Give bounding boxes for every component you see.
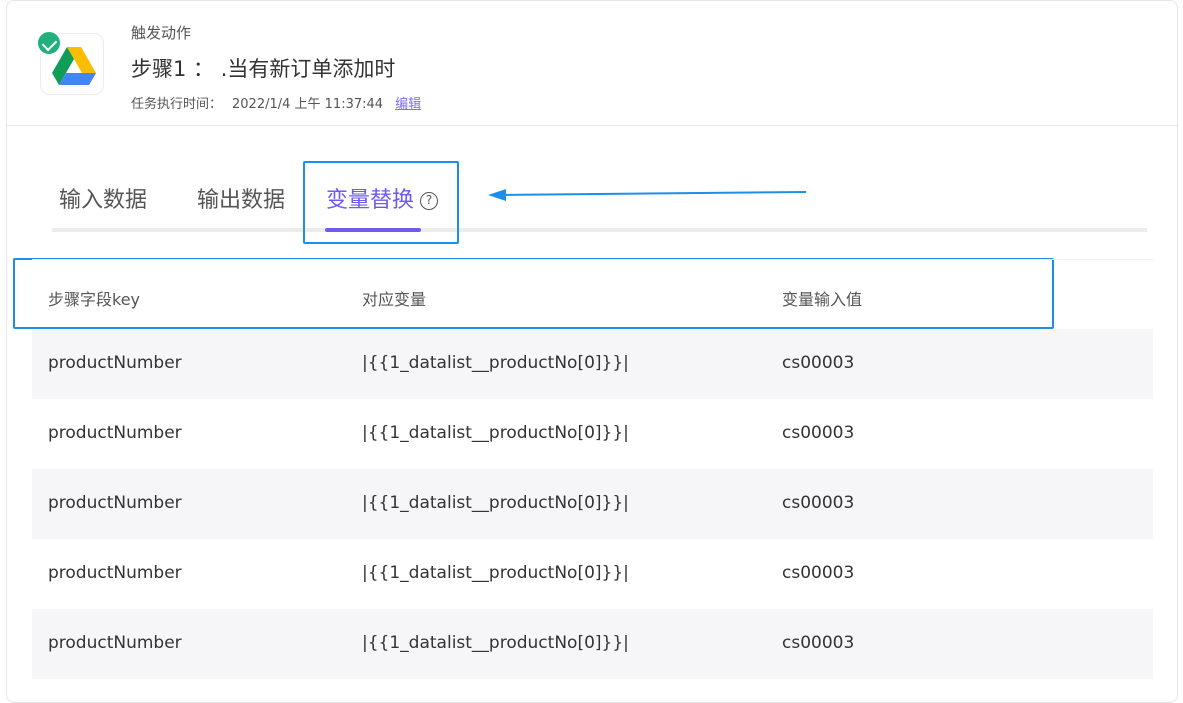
table-header: 步骤字段key 对应变量 变量输入值: [32, 259, 1153, 329]
variable-table: 步骤字段key 对应变量 变量输入值 productNumber |{{1_da…: [32, 259, 1153, 679]
step-header: 触发动作 步骤1 ： .当有新订单添加时 任务执行时间： 2022/1/4 上午 …: [7, 1, 1177, 126]
table-row: productNumber |{{1_datalist__productNo[0…: [32, 399, 1153, 469]
edit-link[interactable]: 编辑: [395, 97, 421, 112]
execution-time-label: 任务执行时间：: [131, 97, 223, 112]
cell-variable: |{{1_datalist__productNo[0]}}|: [362, 493, 629, 513]
execution-time-row: 任务执行时间： 2022/1/4 上午 11:37:44 编辑: [131, 93, 421, 112]
cell-input-value: cs00003: [782, 493, 855, 513]
cell-step-key: productNumber: [48, 353, 182, 373]
cell-step-key: productNumber: [48, 493, 182, 513]
tab-underline-track: [52, 228, 1147, 232]
cell-input-value: cs00003: [782, 633, 855, 653]
cell-input-value: cs00003: [782, 353, 855, 373]
table-row: productNumber |{{1_datalist__productNo[0…: [32, 469, 1153, 539]
cell-variable: |{{1_datalist__productNo[0]}}|: [362, 353, 629, 373]
cell-step-key: productNumber: [48, 563, 182, 583]
tab-input-data[interactable]: 输入数据: [59, 182, 147, 214]
cell-variable: |{{1_datalist__productNo[0]}}|: [362, 563, 629, 583]
step-title: 步骤1 ： .当有新订单添加时: [131, 57, 396, 81]
cell-input-value: cs00003: [782, 423, 855, 443]
cell-input-value: cs00003: [782, 563, 855, 583]
trigger-label: 触发动作: [131, 24, 192, 42]
tab-output-data[interactable]: 输出数据: [197, 182, 285, 214]
check-badge-icon: [36, 30, 62, 56]
column-header-variable: 对应变量: [362, 290, 427, 309]
column-header-step-key: 步骤字段key: [48, 290, 141, 309]
cell-step-key: productNumber: [48, 423, 182, 443]
execution-time-value: 2022/1/4 上午 11:37:44: [232, 97, 384, 112]
cell-variable: |{{1_datalist__productNo[0]}}|: [362, 423, 629, 443]
table-row: productNumber |{{1_datalist__productNo[0…: [32, 609, 1153, 679]
cell-step-key: productNumber: [48, 633, 182, 653]
table-row: productNumber |{{1_datalist__productNo[0…: [32, 539, 1153, 609]
annotation-box-tab: [303, 161, 459, 244]
column-header-input-value: 变量输入值: [782, 290, 863, 309]
cell-variable: |{{1_datalist__productNo[0]}}|: [362, 633, 629, 653]
annotation-arrow-icon: [488, 189, 807, 201]
table-row: productNumber |{{1_datalist__productNo[0…: [32, 329, 1153, 399]
